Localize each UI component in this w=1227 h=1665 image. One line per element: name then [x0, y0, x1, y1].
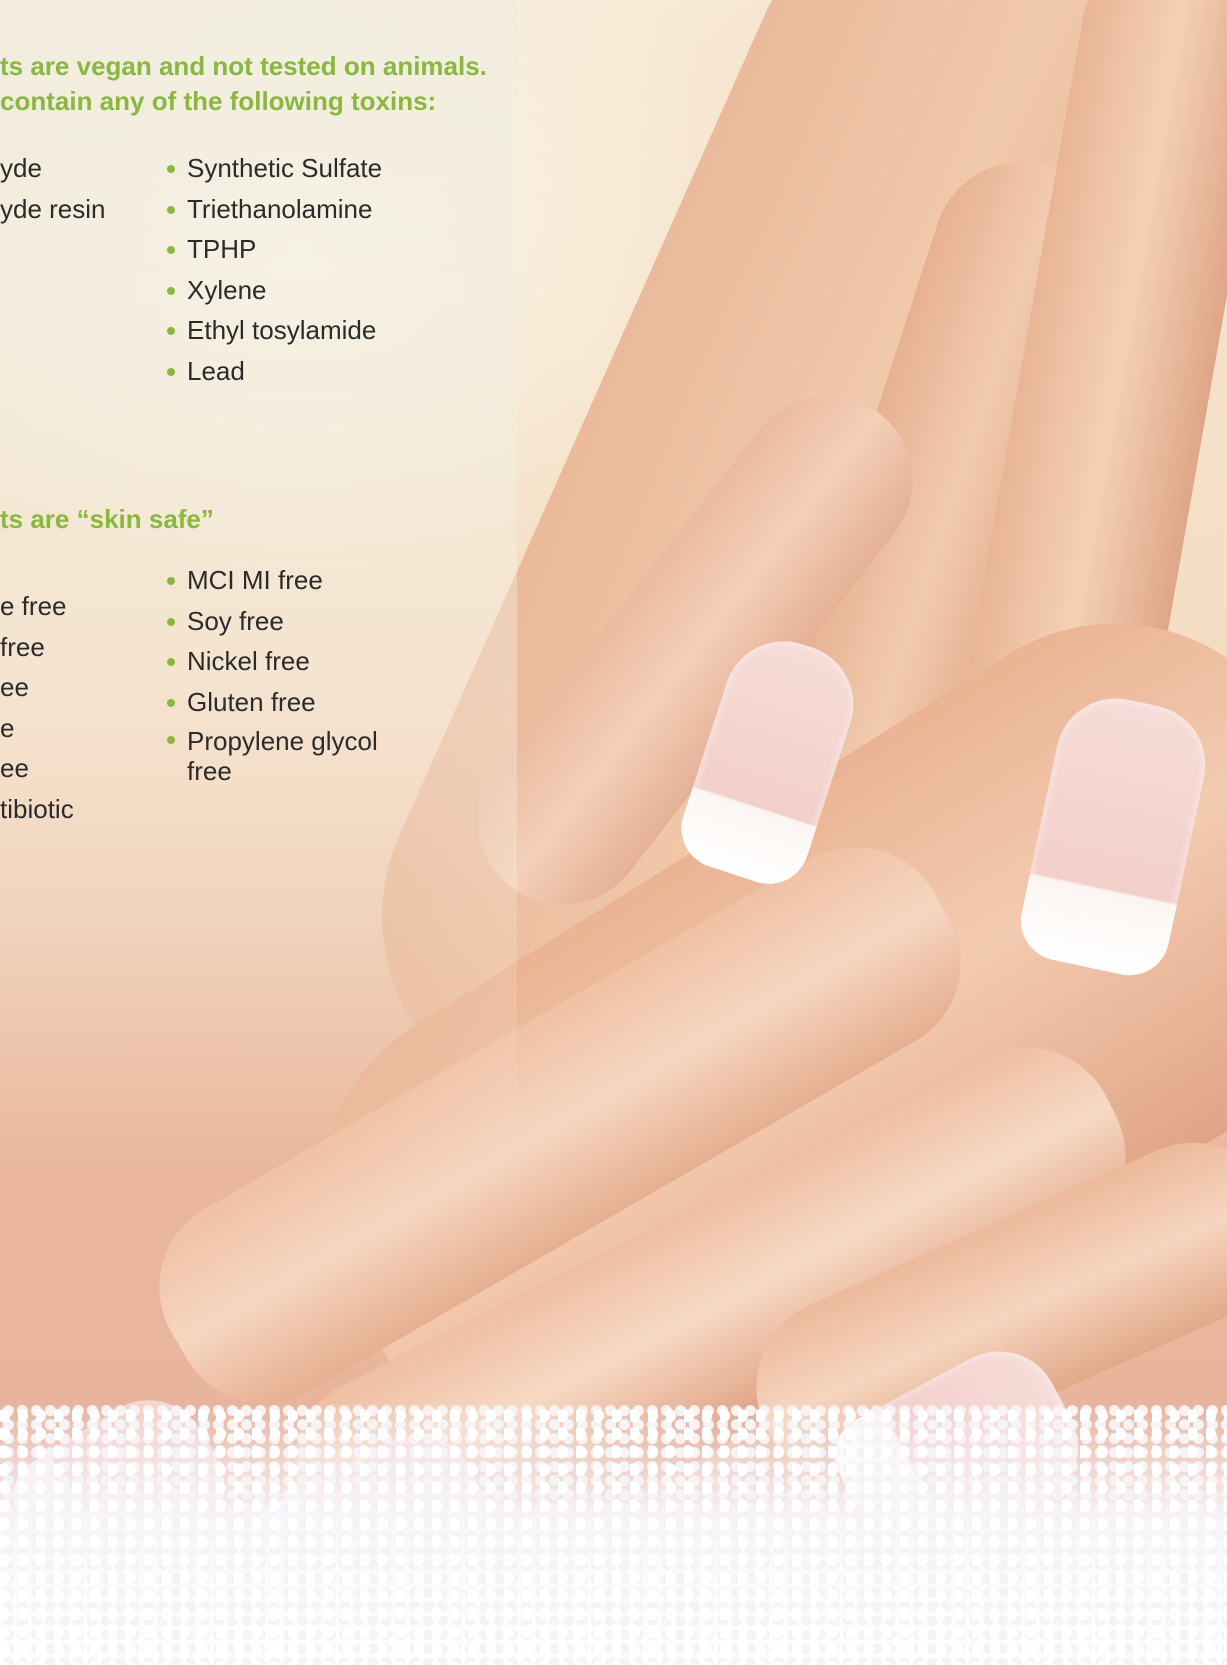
- list-item: free: [0, 631, 45, 662]
- list-item-label: Xylene: [187, 274, 267, 305]
- vegan-heading-line-1: ts are vegan and not tested on animals.: [0, 51, 487, 81]
- list-item: ee: [0, 753, 29, 783]
- list-item: Ethyl tosylamide: [167, 310, 382, 351]
- list-item: Triethanolamine: [167, 189, 382, 230]
- list-item-label: Triethanolamine: [187, 193, 373, 224]
- list-item: Synthetic Sulfate: [167, 148, 382, 189]
- list-item: TPHP: [167, 229, 382, 270]
- list-item: tibiotic: [0, 793, 74, 824]
- list-item: Gluten free: [167, 682, 387, 723]
- list-item: yde resin: [0, 193, 106, 224]
- toxins-list-left: yde yde resin: [0, 148, 106, 229]
- bullet-dot: [167, 617, 175, 626]
- list-item-label: Soy free: [187, 605, 284, 636]
- bullet-dot: [167, 698, 175, 707]
- list-item-label: Synthetic Sulfate: [187, 153, 383, 183]
- list-item: MCI MI free: [167, 560, 387, 601]
- bullet-dot: [167, 658, 175, 666]
- skin-safe-heading: ts are “skin safe”: [0, 504, 214, 534]
- vegan-heading-line-2: contain any of the following toxins:: [0, 86, 437, 116]
- list-item-label: Nickel free: [187, 646, 310, 676]
- list-item-label: TPHP: [187, 234, 257, 264]
- list-item-label: Gluten free: [187, 686, 316, 717]
- skin-safe-list-left: e free free ee e ee tibiotic: [0, 586, 74, 829]
- bullet-dot: [167, 205, 175, 214]
- toxins-list-right: Synthetic Sulfate Triethanolamine TPHP X…: [167, 148, 382, 391]
- bullet-dot: [167, 327, 175, 335]
- list-item: Xylene: [167, 270, 382, 311]
- list-item: yde: [0, 153, 42, 183]
- list-item-label: MCI MI free: [187, 565, 323, 595]
- bullet-dot: [167, 286, 175, 295]
- bullet-dot: [167, 165, 175, 173]
- skin-safe-list-right: MCI MI free Soy free Nickel free Gluten …: [167, 560, 387, 786]
- bullet-dot: [167, 577, 175, 585]
- list-item: Propylene glycol free: [167, 722, 387, 786]
- list-item-label: Lead: [187, 355, 245, 386]
- list-item: e free: [0, 591, 67, 621]
- vegan-heading: ts are vegan and not tested on animals. …: [0, 49, 487, 119]
- list-item: Lead: [167, 351, 382, 392]
- list-item: ee: [0, 672, 29, 702]
- list-item: e: [0, 712, 15, 743]
- list-item: Nickel free: [167, 641, 387, 682]
- list-item: Soy free: [167, 601, 387, 642]
- bullet-dot: [167, 367, 175, 376]
- bullet-dot: [167, 736, 175, 744]
- list-item-label: Propylene glycol free: [187, 726, 378, 786]
- list-item-label: Ethyl tosylamide: [187, 315, 377, 345]
- bullet-dot: [167, 246, 175, 254]
